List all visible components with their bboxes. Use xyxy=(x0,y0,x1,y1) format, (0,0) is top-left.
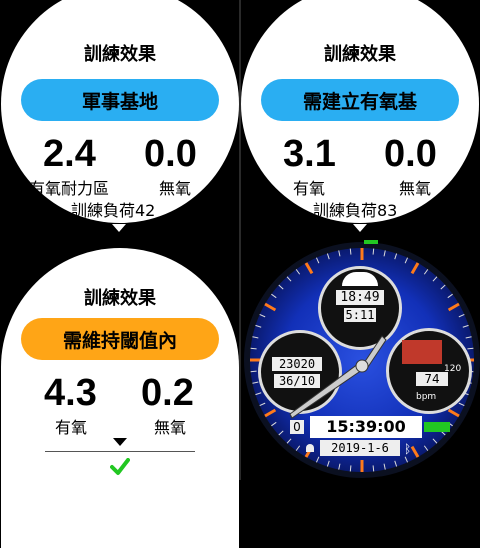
panel-2-aerobic-value: 3.1 xyxy=(283,133,336,175)
chevron-down-icon[interactable] xyxy=(112,224,126,232)
panel-3-anaerobic-label: 無氧 xyxy=(154,418,187,437)
panel-3-anaerobic-value: 0.2 xyxy=(141,372,194,414)
bell-icon xyxy=(306,444,314,452)
time-main: 15:39:00 xyxy=(310,416,422,438)
panel-3-aerobic-label: 有氧 xyxy=(55,418,88,437)
panel-2-anaerobic-value: 0.0 xyxy=(384,133,437,175)
hour-hand xyxy=(289,363,363,419)
check-icon[interactable] xyxy=(110,458,130,476)
chevron-down-icon[interactable] xyxy=(353,224,367,232)
panel-1-anaerobic-value: 0.0 xyxy=(144,133,197,175)
chevron-down-icon[interactable] xyxy=(113,438,127,446)
panel-2-load: 訓練負荷83 xyxy=(313,201,398,220)
panel-1-circle: 訓練效果 軍事基地 2.4 0.0 有氧耐力區 無氧 訓練負荷42 xyxy=(1,0,239,223)
panel-3-aerobic-value: 4.3 xyxy=(44,372,97,414)
date-main: 2019-1-6 xyxy=(320,440,400,456)
panel-1-aerobic-value: 2.4 xyxy=(43,133,96,175)
bluetooth-icon: ᛒ xyxy=(404,442,412,456)
panel-1-load: 訓練負荷42 xyxy=(71,201,156,220)
panel-3-divider xyxy=(45,451,195,452)
panel-1-anaerobic-label: 無氧 xyxy=(159,179,192,198)
battery-icon xyxy=(424,422,450,432)
panel-1-aerobic-label: 有氧耐力區 xyxy=(29,179,110,198)
panel-1-title: 訓練效果 xyxy=(84,44,156,65)
notif-count: 0 xyxy=(290,420,304,434)
panel-3-status-pill: 需維持閾值內 xyxy=(21,318,219,360)
panel-1-status-pill: 軍事基地 xyxy=(21,79,219,121)
panel-3-circle: 訓練效果 需維持閾值內 4.3 0.2 有氧 無氧 xyxy=(1,248,239,548)
panel-2-anaerobic-label: 無氧 xyxy=(399,179,432,198)
watch-face: 18:49 5:11 23020 36/10 74 120 bpm 0 15:3… xyxy=(244,240,480,480)
panel-2-status-pill: 需建立有氧基 xyxy=(261,79,459,121)
panel-2-aerobic-label: 有氧 xyxy=(293,179,326,198)
vertical-divider xyxy=(239,0,241,480)
panel-2-title: 訓練效果 xyxy=(324,44,396,65)
panel-3-title: 訓練效果 xyxy=(84,288,156,309)
panel-2-circle: 訓練效果 需建立有氧基 3.1 0.0 有氧 無氧 訓練負荷83 xyxy=(241,0,479,223)
